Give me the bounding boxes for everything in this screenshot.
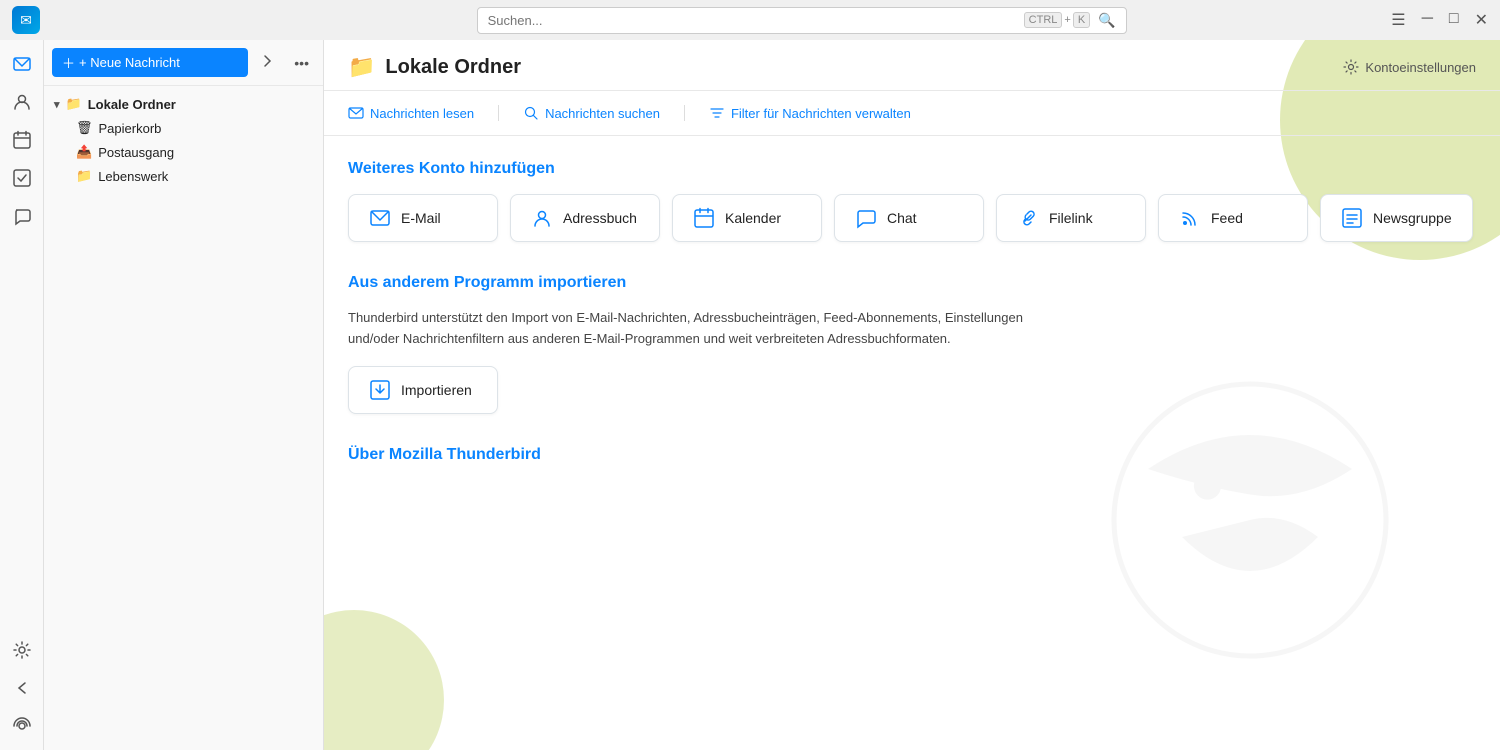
new-message-button[interactable]: ＋ + Neue Nachricht [52, 48, 248, 77]
k-kbd: K [1073, 12, 1090, 28]
feed-card-label: Feed [1211, 210, 1243, 226]
app-body: ＋ + Neue Nachricht ••• ▾ 📁 Lokale Ordner… [0, 40, 1500, 750]
trash-label: Papierkorb [99, 121, 162, 136]
account-settings-button[interactable]: Kontoeinstellungen [1343, 59, 1476, 75]
main-actions: Nachrichten lesen Nachrichten suchen Fil… [324, 91, 1500, 136]
calendar-card-label: Kalender [725, 210, 781, 226]
account-cards-grid: E-Mail Adressbuch Kalender [348, 194, 1476, 242]
sidebar-item-tasks[interactable] [6, 162, 38, 194]
main-header: 📁 Lokale Ordner Kontoeinstellungen [324, 40, 1500, 91]
add-addressbook-card[interactable]: Adressbuch [510, 194, 660, 242]
sidebar-item-mail[interactable] [6, 48, 38, 80]
kbd-plus: + [1064, 14, 1070, 26]
titlebar: ✉ CTRL + K 🔍 ☰ ─ □ ✕ [0, 0, 1500, 40]
folder-tree: ▾ 📁 Lokale Ordner 🗑 Papierkorb 📤 Postaus… [44, 86, 323, 194]
filter-messages-link[interactable]: Filter für Nachrichten verwalten [709, 105, 911, 121]
main-body: Weiteres Konto hinzufügen E-Mail Adressb… [324, 136, 1500, 488]
add-newsgroup-card[interactable]: Newsgruppe [1320, 194, 1473, 242]
action-separator-1 [498, 105, 499, 121]
folder-more-button[interactable]: ••• [288, 51, 315, 75]
add-feed-card[interactable]: Feed [1158, 194, 1308, 242]
search-messages-link[interactable]: Nachrichten suchen [523, 105, 660, 121]
import-description: Thunderbird unterstützt den Import von E… [348, 308, 1048, 350]
outbox-label: Postausgang [98, 145, 174, 160]
read-messages-label: Nachrichten lesen [370, 106, 474, 121]
maximize-button[interactable]: □ [1449, 10, 1459, 30]
page-title-row: 📁 Lokale Ordner [348, 54, 521, 80]
import-card-label: Importieren [401, 382, 472, 398]
import-section: Aus anderem Programm importieren Thunder… [348, 274, 1476, 414]
close-button[interactable]: ✕ [1475, 10, 1488, 30]
new-message-label: + Neue Nachricht [79, 55, 180, 70]
outbox-icon: 📤 [76, 144, 92, 160]
more-icon: ••• [294, 55, 309, 71]
add-calendar-card[interactable]: Kalender [672, 194, 822, 242]
app-icon: ✉ [12, 6, 40, 34]
deco-circle-bottom [324, 610, 444, 750]
tree-item-local-folders[interactable]: ▾ 📁 Lokale Ordner [44, 92, 323, 116]
read-messages-link[interactable]: Nachrichten lesen [348, 105, 474, 121]
lebenswerk-label: Lebenswerk [98, 169, 168, 184]
sidebar-item-calendar[interactable] [6, 124, 38, 156]
email-card-label: E-Mail [401, 210, 441, 226]
addressbook-card-label: Adressbuch [563, 210, 637, 226]
minimize-button[interactable]: ─ [1422, 10, 1433, 30]
lebenswerk-icon: 📁 [76, 168, 92, 184]
search-bar: CTRL + K 🔍 [477, 7, 1127, 34]
search-icon[interactable]: 🔍 [1098, 12, 1115, 29]
trash-icon: 🗑 [76, 120, 93, 136]
menu-icon[interactable]: ☰ [1391, 10, 1405, 30]
add-chat-card[interactable]: Chat [834, 194, 984, 242]
sidebar-item-settings[interactable] [6, 634, 38, 666]
add-account-section: Weiteres Konto hinzufügen E-Mail Adressb… [348, 160, 1476, 242]
filelink-card-label: Filelink [1049, 210, 1093, 226]
page-title: Lokale Ordner [385, 56, 521, 79]
folder-toolbar: ＋ + Neue Nachricht ••• [44, 40, 323, 86]
ctrl-kbd: CTRL [1024, 12, 1063, 28]
search-messages-label: Nachrichten suchen [545, 106, 660, 121]
import-cards: Importieren [348, 366, 1476, 414]
search-input[interactable] [488, 13, 1024, 28]
about-title: Über Mozilla Thunderbird [348, 446, 1476, 464]
import-card[interactable]: Importieren [348, 366, 498, 414]
filter-messages-label: Filter für Nachrichten verwalten [731, 106, 911, 121]
window-controls: ☰ ─ □ ✕ [1391, 10, 1488, 30]
newsgroup-card-label: Newsgruppe [1373, 210, 1452, 226]
add-email-card[interactable]: E-Mail [348, 194, 498, 242]
main-content: 📁 Lokale Ordner Kontoeinstellungen Nachr… [324, 40, 1500, 750]
folder-panel: ＋ + Neue Nachricht ••• ▾ 📁 Lokale Ordner… [44, 40, 324, 750]
sidebar-item-radio[interactable] [6, 710, 38, 742]
sidebar-item-chat[interactable] [6, 200, 38, 232]
tree-item-lebenswerk[interactable]: 📁 Lebenswerk [44, 164, 323, 188]
tree-chevron: ▾ [54, 98, 60, 111]
tree-item-outbox[interactable]: 📤 Postausgang [44, 140, 323, 164]
chat-card-label: Chat [887, 210, 917, 226]
new-message-icon: ＋ [62, 53, 75, 72]
page-title-icon: 📁 [348, 54, 375, 80]
account-settings-label: Kontoeinstellungen [1365, 60, 1476, 75]
collapse-sidebar-button[interactable] [254, 49, 282, 76]
sidebar-icons [0, 40, 44, 750]
add-account-title: Weiteres Konto hinzufügen [348, 160, 1476, 178]
about-section: Über Mozilla Thunderbird [348, 446, 1476, 464]
sidebar-item-contacts[interactable] [6, 86, 38, 118]
action-separator-2 [684, 105, 685, 121]
folder-label: Lokale Ordner [88, 97, 176, 112]
sidebar-item-collapse[interactable] [6, 672, 38, 704]
tree-item-trash[interactable]: 🗑 Papierkorb [44, 116, 323, 140]
add-filelink-card[interactable]: Filelink [996, 194, 1146, 242]
import-section-title: Aus anderem Programm importieren [348, 274, 1476, 292]
folder-icon: 📁 [66, 96, 82, 112]
